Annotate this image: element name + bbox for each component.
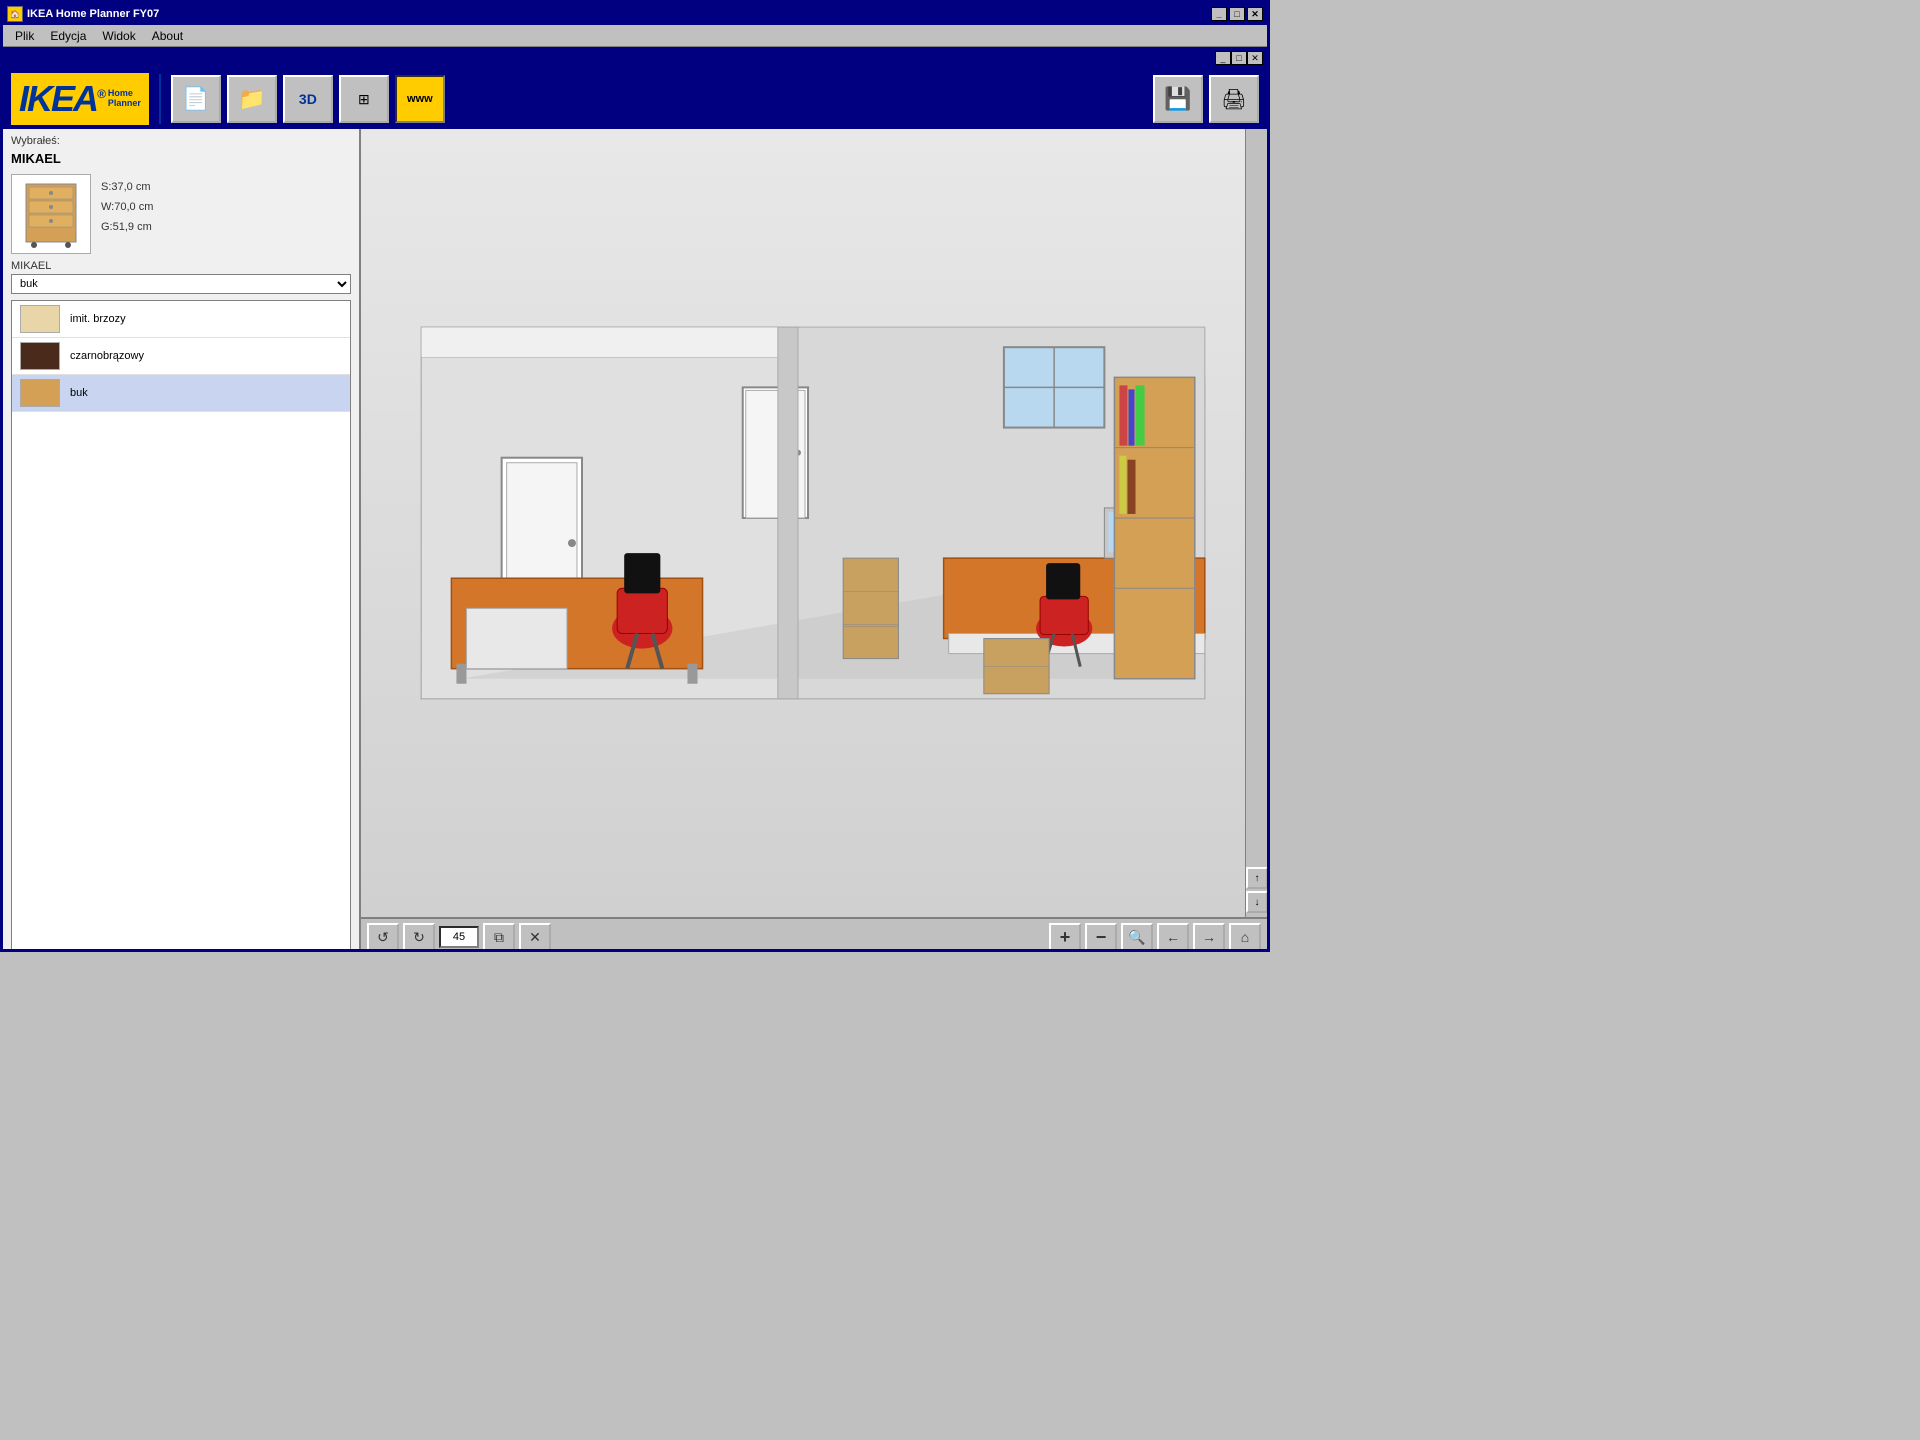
app-icon: 🏠	[7, 6, 23, 22]
save-button[interactable]: 💾	[1153, 75, 1203, 123]
selected-label: Wybrałeś:	[3, 129, 359, 149]
3d-scene	[361, 129, 1245, 917]
undo-button[interactable]: ↺	[367, 923, 399, 951]
color-name-dark: czarnobrązowy	[70, 350, 144, 362]
color-item-birch[interactable]: imit. brzozy	[12, 301, 350, 338]
dim-w: W:70,0 cm	[101, 198, 153, 218]
menu-about[interactable]: About	[144, 27, 191, 45]
zoom-fit-button[interactable]: 🔍	[1121, 923, 1153, 951]
home-view-button[interactable]: ⌂	[1229, 923, 1261, 951]
color-item-dark[interactable]: czarnobrązowy	[12, 338, 350, 375]
menu-view[interactable]: Widok	[94, 27, 143, 45]
menu-bar: Plik Edycja Widok About	[3, 25, 1267, 47]
inner-title-bar: _ □ ✕	[3, 47, 1267, 69]
variant-name: MIKAEL	[11, 260, 351, 272]
ikea-logo: IKEA®	[19, 78, 104, 120]
grid-button[interactable]: ⊞	[339, 75, 389, 123]
variant-dropdown[interactable]: buk	[11, 274, 351, 294]
redo-button[interactable]: ↻	[403, 923, 435, 951]
dim-g: G:51,9 cm	[101, 218, 153, 238]
open-button[interactable]: 📁	[227, 75, 277, 123]
3d-view[interactable]: ↑ ↓	[361, 129, 1267, 917]
menu-edit[interactable]: Edycja	[42, 27, 94, 45]
maximize-button[interactable]: □	[1229, 7, 1245, 21]
zoom-out-button[interactable]: −	[1085, 923, 1117, 951]
selected-name: MIKAEL	[3, 149, 359, 170]
inner-restore-button[interactable]: □	[1231, 51, 1247, 65]
window-title: IKEA Home Planner FY07	[27, 8, 159, 20]
item-dimensions: S:37,0 cm W:70,0 cm G:51,9 cm	[101, 174, 153, 237]
scroll-up-button[interactable]: ↑	[1246, 867, 1267, 889]
color-name-birch: imit. brzozy	[70, 313, 126, 325]
close-button[interactable]: ✕	[1247, 7, 1263, 21]
3d-button[interactable]: 3D	[283, 75, 333, 123]
dim-s: S:37,0 cm	[101, 178, 153, 198]
color-swatch-birch	[20, 305, 60, 333]
copy-button[interactable]: ⧉	[483, 923, 515, 951]
item-preview: S:37,0 cm W:70,0 cm G:51,9 cm	[3, 170, 359, 258]
title-bar: 🏠 IKEA Home Planner FY07 _ □ ✕	[3, 3, 1267, 25]
scroll-down-button[interactable]: ↓	[1246, 891, 1267, 913]
new-button[interactable]: 📄	[171, 75, 221, 123]
variant-row: MIKAEL buk	[3, 258, 359, 296]
menu-file[interactable]: Plik	[7, 27, 42, 45]
pan-right-button[interactable]: →	[1193, 923, 1225, 951]
color-item-beech[interactable]: buk	[12, 375, 350, 412]
right-panel: ↑ ↓ ↺ ↻ ⧉ ✕ + − 🔍 ← → ⌂	[361, 129, 1267, 952]
inner-close-button[interactable]: ✕	[1247, 51, 1263, 65]
view-controls-bar: ↺ ↻ ⧉ ✕ + − 🔍 ← → ⌂	[361, 917, 1267, 952]
delete-button[interactable]: ✕	[519, 923, 551, 951]
color-swatch-dark	[20, 342, 60, 370]
main-area: Wybrałeś: MIKAEL	[3, 129, 1267, 952]
print-button[interactable]: 🖨	[1209, 75, 1259, 123]
zoom-in-button[interactable]: +	[1049, 923, 1081, 951]
color-swatch-beech	[20, 379, 60, 407]
toolbar-separator	[159, 74, 161, 124]
pan-left-button[interactable]: ←	[1157, 923, 1189, 951]
minimize-button[interactable]: _	[1211, 7, 1227, 21]
item-thumbnail	[11, 174, 91, 254]
color-name-beech: buk	[70, 387, 88, 399]
right-scrollbar: ↑ ↓	[1245, 129, 1267, 917]
color-list: imit. brzozy czarnobrązowy buk	[11, 300, 351, 951]
www-button[interactable]: www	[395, 75, 445, 123]
rotation-input[interactable]	[439, 926, 479, 948]
ikea-sub-title: Home Planner	[108, 89, 141, 109]
left-panel: Wybrałeś: MIKAEL	[3, 129, 361, 952]
inner-minimize-button[interactable]: _	[1215, 51, 1231, 65]
toolbar: IKEA® Home Planner 📄 📁 3D ⊞ www 💾 🖨	[3, 69, 1267, 129]
